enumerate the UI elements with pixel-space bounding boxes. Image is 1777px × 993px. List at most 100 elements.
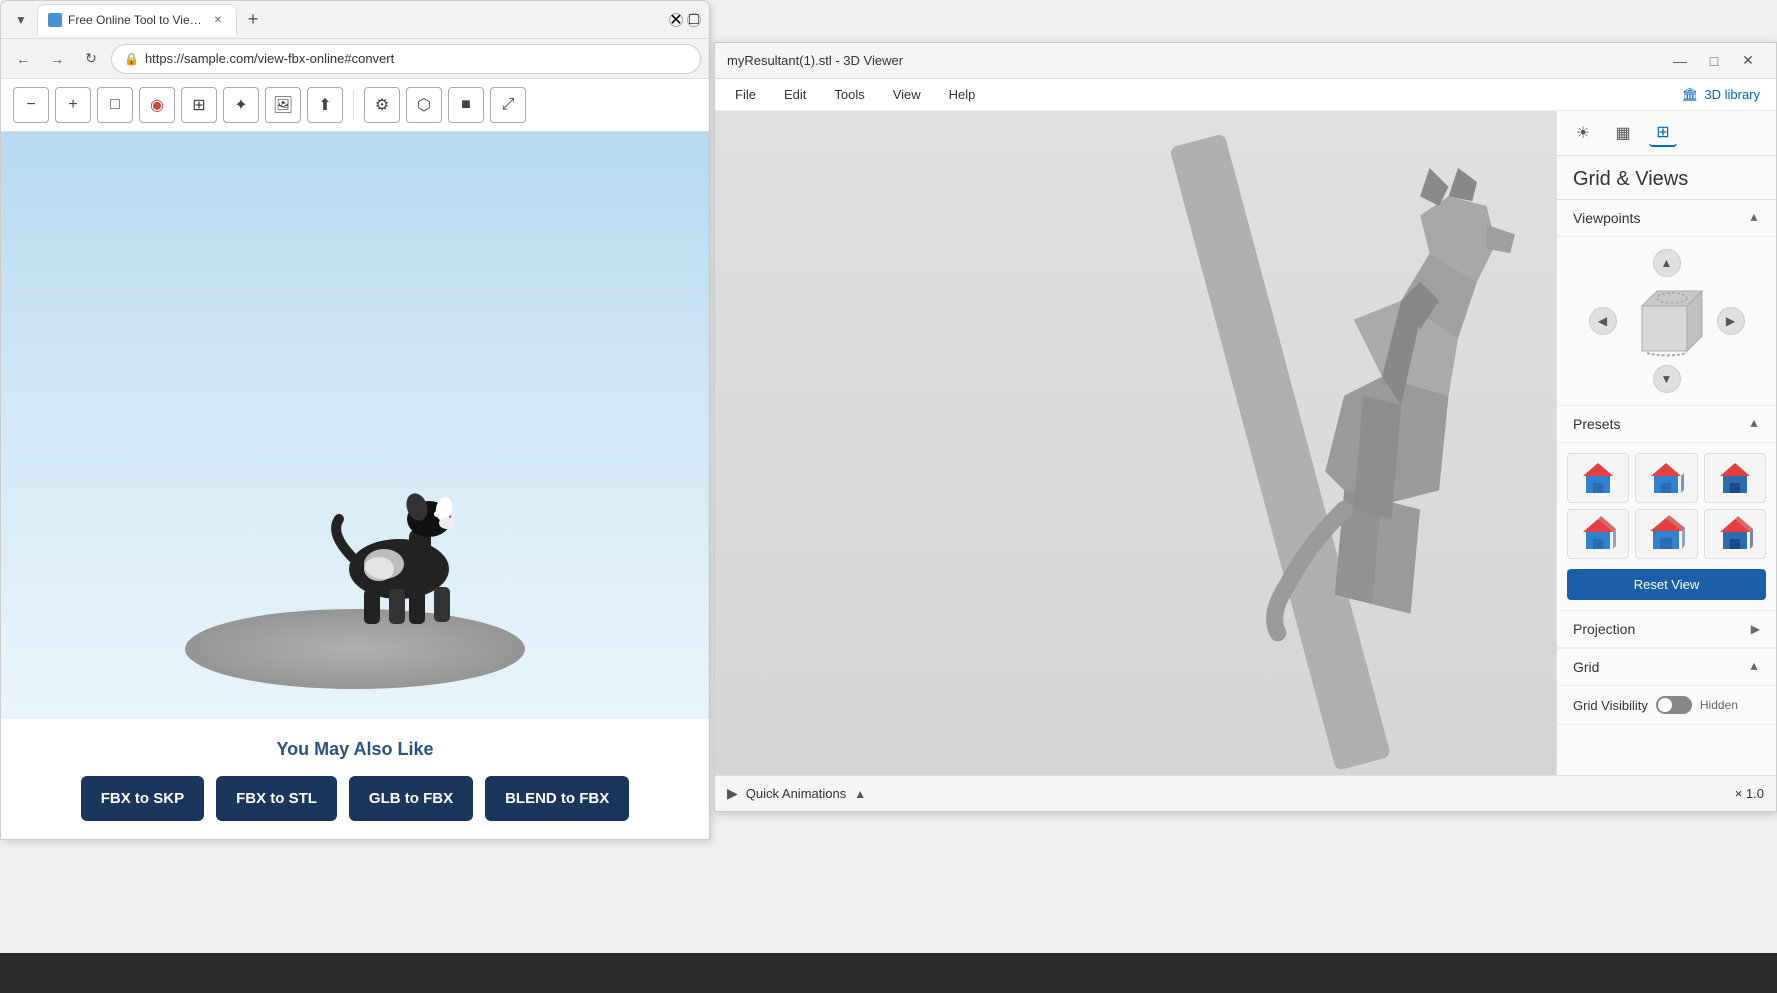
color-btn[interactable]: ◉ — [139, 87, 175, 123]
panel-icons-bar: ☀ ▦ ⊞ — [1557, 111, 1776, 156]
vp-bottom-row: ▼ — [1653, 365, 1681, 393]
tab-favicon-icon — [48, 13, 62, 27]
menu-tools[interactable]: Tools — [822, 83, 876, 106]
taskbar — [0, 953, 1777, 993]
tab-bar: ▼ Free Online Tool to View 3D F8... ✕ + — [9, 1, 661, 38]
grid-views-panel-icon[interactable]: ⊞ — [1649, 119, 1677, 147]
tab-title: Free Online Tool to View 3D F8... — [68, 13, 204, 27]
viewer-close-btn[interactable]: ✕ — [1732, 47, 1764, 75]
preset-item-4[interactable] — [1567, 509, 1629, 559]
vp-mid-row: ◀ — [1589, 281, 1745, 361]
library-icon: 🏛 — [1682, 87, 1699, 103]
viewer-bottom-bar: ▶ Quick Animations ▲ × 1.0 — [715, 775, 1776, 811]
menu-view[interactable]: View — [881, 83, 933, 106]
new-tab-btn[interactable]: + — [239, 6, 267, 34]
menu-help[interactable]: Help — [937, 83, 988, 106]
preset-item-3[interactable] — [1704, 453, 1766, 503]
address-bar[interactable]: 🔒 https://sample.com/view-fbx-online#con… — [111, 44, 701, 74]
projection-section-header[interactable]: Projection ▶ — [1557, 611, 1776, 648]
frame-btn[interactable]: □ — [97, 87, 133, 123]
vp-left-arrow[interactable]: ◀ — [1589, 307, 1617, 335]
browser-maximize-btn[interactable]: □ — [687, 13, 701, 27]
also-like-title: You May Also Like — [276, 739, 433, 760]
glb-to-fbx-btn[interactable]: GLB to FBX — [349, 776, 473, 821]
browser-titlebar: ▼ Free Online Tool to View 3D F8... ✕ + … — [1, 1, 709, 39]
browser-close-btn[interactable]: ✕ — [669, 13, 683, 27]
viewer-maximize-btn[interactable]: □ — [1698, 47, 1730, 75]
3d-scene-container[interactable] — [1, 132, 709, 719]
grid2-panel-icon[interactable]: ▦ — [1609, 119, 1637, 147]
sun-panel-icon[interactable]: ☀ — [1569, 119, 1597, 147]
fbx-to-skp-btn[interactable]: FBX to SKP — [81, 776, 204, 821]
3d-animal-figure — [715, 111, 1556, 775]
presets-grid — [1567, 453, 1766, 559]
menu-file[interactable]: File — [723, 83, 768, 106]
browser-window-controls: ✕ □ — [669, 13, 701, 27]
image-btn[interactable]: 🖼 — [265, 87, 301, 123]
grid-content: Grid Visibility Hidden — [1557, 686, 1776, 724]
dog-figure — [289, 439, 509, 659]
reset-view-btn[interactable]: Reset View — [1567, 569, 1766, 600]
library-btn[interactable]: 🏛 3D library — [1674, 83, 1768, 107]
blend-to-fbx-btn[interactable]: BLEND to FBX — [485, 776, 629, 821]
view-cube-svg — [1627, 281, 1707, 361]
viewpoints-navigation: ▲ ◀ — [1589, 249, 1745, 393]
light-btn[interactable]: ✦ — [223, 87, 259, 123]
also-like-section: You May Also Like FBX to SKP FBX to STL … — [1, 719, 709, 840]
presets-section-header[interactable]: Presets ▼ — [1557, 406, 1776, 443]
house-icon-5 — [1646, 514, 1686, 554]
presets-label: Presets — [1573, 416, 1748, 432]
grid-section: Grid ▼ Grid Visibility Hidden — [1557, 649, 1776, 725]
house-icon-2 — [1646, 458, 1686, 498]
house-icon-4 — [1578, 514, 1618, 554]
menu-edit[interactable]: Edit — [772, 83, 818, 106]
back-btn[interactable]: ← — [9, 45, 37, 73]
grid-section-header[interactable]: Grid ▼ — [1557, 649, 1776, 686]
viewer-window-title: myResultant(1).stl - 3D Viewer — [727, 53, 1664, 68]
preset-item-5[interactable] — [1635, 509, 1697, 559]
viewer-minimize-btn[interactable]: — — [1664, 47, 1696, 75]
preset-item-6[interactable] — [1704, 509, 1766, 559]
animation-speed-label: × 1.0 — [1735, 786, 1764, 801]
3d-canvas-area[interactable] — [715, 111, 1556, 775]
quick-animations-chevron[interactable]: ▲ — [854, 787, 866, 801]
tab-dropdown-btn[interactable]: ▼ — [9, 8, 33, 32]
vp-down-arrow[interactable]: ▼ — [1653, 365, 1681, 393]
cube-view-btn[interactable]: ⬡ — [406, 87, 442, 123]
viewpoints-content: ▲ ◀ — [1557, 237, 1776, 406]
presets-chevron-icon: ▼ — [1748, 417, 1760, 431]
fbx-to-stl-btn[interactable]: FBX to STL — [216, 776, 337, 821]
grid-btn[interactable]: ⊞ — [181, 87, 217, 123]
zoom-in-btn[interactable]: + — [55, 87, 91, 123]
preset-item-1[interactable] — [1567, 453, 1629, 503]
house-icon-1 — [1578, 458, 1618, 498]
cube-solid-btn[interactable]: ■ — [448, 87, 484, 123]
view-cube[interactable] — [1627, 281, 1707, 361]
projection-label: Projection — [1573, 621, 1751, 637]
upload-btn[interactable]: ⬆ — [307, 87, 343, 123]
viewpoints-section-header[interactable]: Viewpoints ▼ — [1557, 200, 1776, 237]
grid-visibility-label: Grid Visibility — [1573, 698, 1648, 713]
settings-btn[interactable]: ⚙ — [364, 87, 400, 123]
viewer-titlebar: myResultant(1).stl - 3D Viewer — □ ✕ — [715, 43, 1776, 79]
vp-right-arrow[interactable]: ▶ — [1717, 307, 1745, 335]
tab-close-btn[interactable]: ✕ — [210, 12, 226, 28]
projection-chevron-icon: ▶ — [1751, 622, 1760, 636]
library-label: 3D library — [1704, 87, 1760, 102]
viewer-window-controls: — □ ✕ — [1664, 47, 1764, 75]
zoom-out-btn[interactable]: − — [13, 87, 49, 123]
3d-viewer-window: myResultant(1).stl - 3D Viewer — □ ✕ Fil… — [714, 42, 1777, 812]
toggle-knob — [1658, 698, 1672, 712]
grid-chevron-icon: ▼ — [1748, 660, 1760, 674]
right-panel: ☀ ▦ ⊞ Grid & Views Viewpoints ▼ ▲ ◀ — [1556, 111, 1776, 775]
house-icon-6 — [1715, 514, 1755, 554]
vp-up-arrow[interactable]: ▲ — [1653, 249, 1681, 277]
grid-visibility-toggle[interactable] — [1656, 696, 1692, 714]
browser-tab[interactable]: Free Online Tool to View 3D F8... ✕ — [37, 4, 237, 36]
refresh-btn[interactable]: ↻ — [77, 45, 105, 73]
fullscreen-btn[interactable]: ⤢ — [490, 87, 526, 123]
toolbar-separator — [353, 90, 354, 120]
forward-btn[interactable]: → — [43, 45, 71, 73]
browser-content: − + □ ◉ ⊞ ✦ 🖼 ⬆ ⚙ ⬡ ■ ⤢ — [1, 79, 709, 840]
preset-item-2[interactable] — [1635, 453, 1697, 503]
